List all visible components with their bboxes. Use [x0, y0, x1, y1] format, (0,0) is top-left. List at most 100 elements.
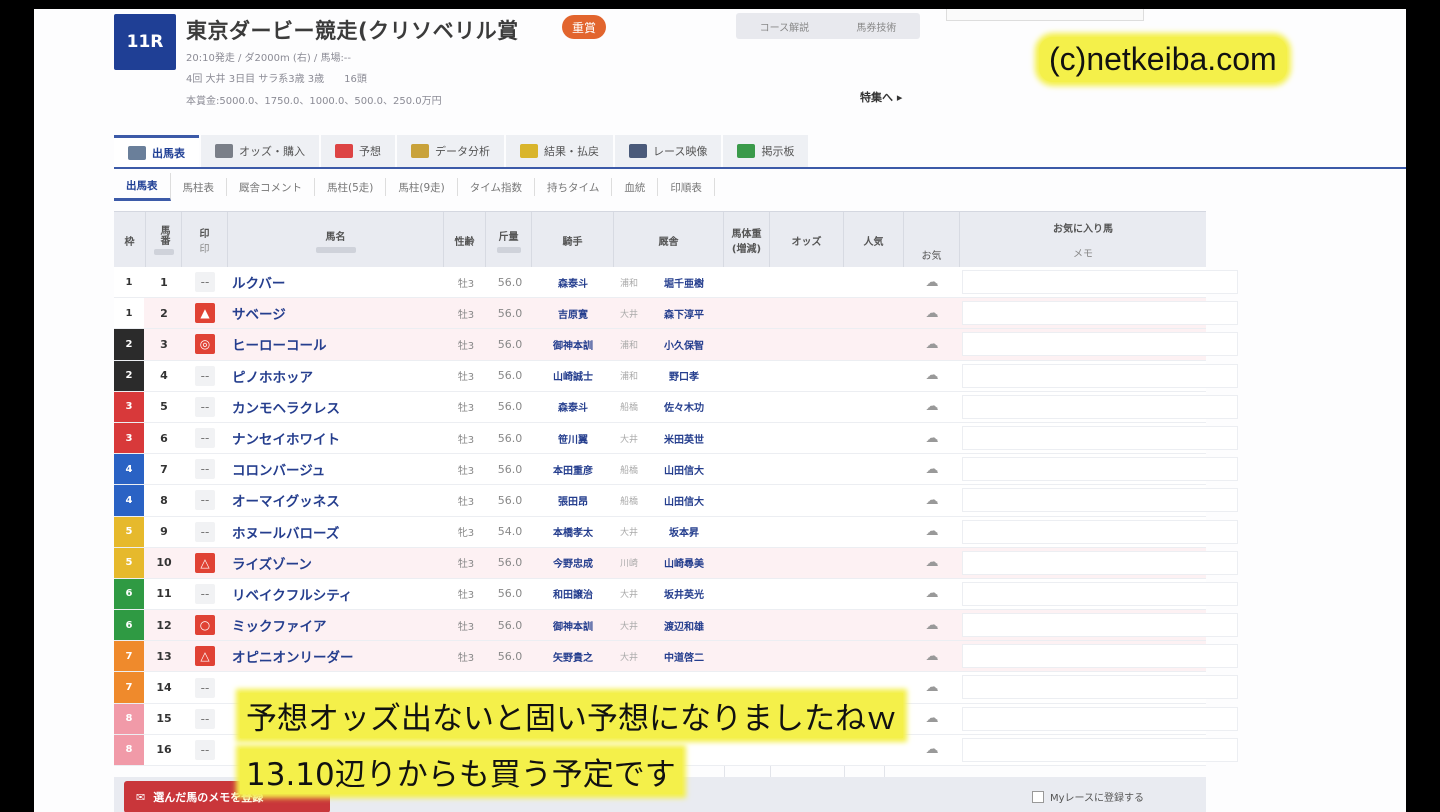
betting-tech-button[interactable]: 馬券技術 — [856, 19, 896, 34]
subtab-3[interactable]: 馬柱(5走) — [315, 178, 387, 196]
mark-cell[interactable]: -- — [194, 267, 216, 297]
horse-name-link[interactable]: リベイクフルシティ — [232, 579, 442, 609]
jockey-link[interactable]: 御神本訓 — [538, 329, 608, 359]
favorite-icon[interactable]: ☁ — [918, 392, 946, 422]
tab-0[interactable]: 出馬表 — [114, 135, 199, 167]
tab-1[interactable]: オッズ・購入 — [201, 135, 319, 167]
memo-input[interactable] — [962, 301, 1238, 326]
subtab-4[interactable]: 馬柱(9走) — [386, 178, 458, 196]
tab-5[interactable]: レース映像 — [615, 135, 722, 167]
favorite-icon[interactable]: ☁ — [918, 517, 946, 547]
jockey-link[interactable]: 矢野貴之 — [538, 641, 608, 671]
horse-name-link[interactable]: コロンバージュ — [232, 454, 442, 484]
horse-name-link[interactable]: ルクバー — [232, 267, 442, 297]
mark-cell[interactable]: △ — [194, 641, 216, 671]
favorite-icon[interactable]: ☁ — [918, 548, 946, 578]
mark-cell[interactable]: -- — [194, 423, 216, 453]
mark-cell[interactable]: △ — [194, 548, 216, 578]
prediction-mark[interactable]: -- — [195, 396, 215, 417]
prediction-mark[interactable]: -- — [195, 272, 215, 293]
memo-input[interactable] — [962, 394, 1238, 419]
memo-input[interactable] — [962, 737, 1238, 762]
memo-input[interactable] — [962, 270, 1238, 294]
favorite-icon[interactable]: ☁ — [918, 267, 946, 297]
horse-name-link[interactable]: ミックファイア — [232, 610, 442, 640]
col-weight[interactable]: 斤量 — [486, 212, 532, 268]
trainer-link[interactable]: 野口孝 — [648, 361, 720, 391]
prediction-mark[interactable]: -- — [195, 428, 215, 449]
col-jockey[interactable]: 騎手 — [532, 212, 614, 268]
tab-6[interactable]: 掲示板 — [723, 135, 809, 167]
trainer-link[interactable]: 坂井英光 — [648, 579, 720, 609]
memo-input[interactable] — [962, 550, 1238, 575]
prediction-mark[interactable]: -- — [195, 521, 215, 542]
favorite-icon[interactable]: ☁ — [918, 329, 946, 359]
subtab-0[interactable]: 出馬表 — [114, 173, 171, 201]
mark-cell[interactable]: ▲ — [194, 298, 216, 328]
prediction-mark[interactable]: -- — [195, 583, 215, 604]
favorite-icon[interactable]: ☁ — [918, 641, 946, 671]
subtab-6[interactable]: 持ちタイム — [535, 178, 613, 196]
memo-input[interactable] — [962, 363, 1238, 388]
jockey-link[interactable]: 今野忠成 — [538, 548, 608, 578]
prediction-mark[interactable]: -- — [195, 739, 215, 760]
col-uma[interactable]: 馬番 — [146, 212, 182, 268]
prediction-mark[interactable]: ○ — [195, 615, 215, 636]
memo-input[interactable] — [962, 488, 1238, 513]
mark-cell[interactable]: -- — [194, 454, 216, 484]
favorite-icon[interactable]: ☁ — [918, 610, 946, 640]
subtab-8[interactable]: 印順表 — [658, 178, 715, 196]
favorite-icon[interactable]: ☁ — [918, 704, 946, 734]
trainer-link[interactable]: 堀千亜樹 — [648, 267, 720, 297]
memo-input[interactable] — [962, 581, 1238, 606]
horse-name-link[interactable]: オーマイグッネス — [232, 485, 442, 515]
memo-input[interactable] — [962, 519, 1238, 544]
trainer-link[interactable]: 山田信大 — [648, 485, 720, 515]
jockey-link[interactable]: 本橋孝太 — [538, 517, 608, 547]
favorite-icon[interactable]: ☁ — [918, 735, 946, 765]
horse-name-link[interactable]: ヒーローコール — [232, 329, 442, 359]
prediction-mark[interactable]: -- — [195, 459, 215, 480]
col-bodyweight[interactable]: 馬体重(増減) — [724, 212, 770, 268]
favorite-icon[interactable]: ☁ — [918, 361, 946, 391]
jockey-link[interactable]: 御神本訓 — [538, 610, 608, 640]
tab-2[interactable]: 予想 — [321, 135, 395, 167]
jockey-link[interactable]: 笹川翼 — [538, 423, 608, 453]
mark-cell[interactable]: -- — [194, 392, 216, 422]
prediction-mark[interactable]: -- — [195, 490, 215, 511]
col-odds[interactable]: オッズ — [770, 212, 844, 268]
favorite-icon[interactable]: ☁ — [918, 579, 946, 609]
course-info-button[interactable]: コース解説 — [760, 19, 810, 34]
horse-name-link[interactable]: オピニオンリーダー — [232, 641, 442, 671]
mark-cell[interactable]: -- — [194, 735, 216, 765]
col-popular[interactable]: 人気 — [844, 212, 904, 268]
trainer-link[interactable]: 山崎尋美 — [648, 548, 720, 578]
col-name[interactable]: 馬名 — [228, 212, 444, 268]
subtab-2[interactable]: 厩舎コメント — [227, 178, 315, 196]
memo-input[interactable] — [962, 332, 1238, 357]
horse-name-link[interactable]: カンモヘラクレス — [232, 392, 442, 422]
subtab-1[interactable]: 馬柱表 — [171, 178, 227, 196]
trainer-link[interactable]: 中道啓二 — [648, 641, 720, 671]
memo-input[interactable] — [962, 613, 1238, 638]
prediction-mark[interactable]: -- — [195, 677, 215, 698]
memo-input[interactable] — [962, 675, 1238, 700]
prediction-mark[interactable]: △ — [195, 552, 215, 573]
trainer-link[interactable]: 渡辺和雄 — [648, 610, 720, 640]
favorite-icon[interactable]: ☁ — [918, 672, 946, 702]
horse-name-link[interactable]: ナンセイホワイト — [232, 423, 442, 453]
special-feature-link[interactable]: 特集へ ▸ — [860, 89, 902, 105]
subtab-5[interactable]: タイム指数 — [458, 178, 536, 196]
trainer-link[interactable]: 佐々木功 — [648, 392, 720, 422]
memo-input[interactable] — [962, 644, 1238, 669]
mark-cell[interactable]: ○ — [194, 610, 216, 640]
jockey-link[interactable]: 張田昂 — [538, 485, 608, 515]
prediction-mark[interactable]: ◎ — [195, 334, 215, 355]
trainer-link[interactable]: 米田英世 — [648, 423, 720, 453]
horse-name-link[interactable]: ライズゾーン — [232, 548, 442, 578]
trainer-link[interactable]: 山田信大 — [648, 454, 720, 484]
favorite-icon[interactable]: ☁ — [918, 485, 946, 515]
mark-cell[interactable]: -- — [194, 485, 216, 515]
mark-cell[interactable]: -- — [194, 361, 216, 391]
jockey-link[interactable]: 吉原寛 — [538, 298, 608, 328]
